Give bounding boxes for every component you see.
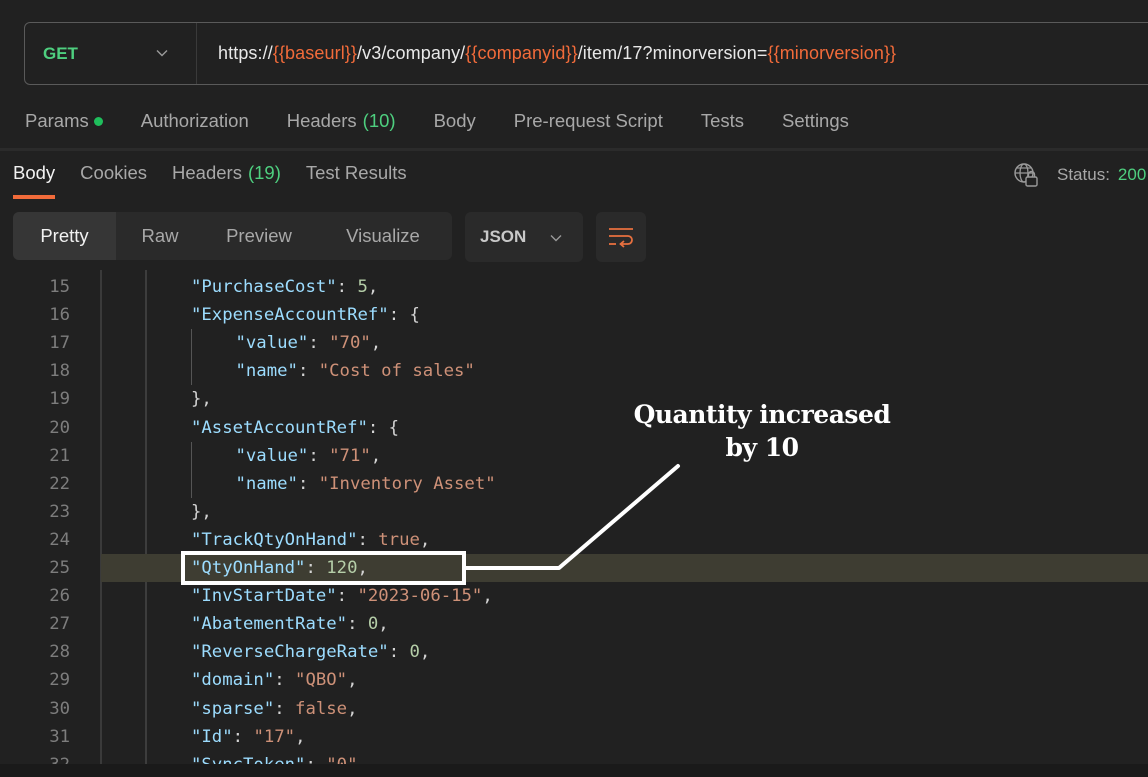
annotation-callout-line — [464, 464, 680, 570]
annotation-line-1: Quantity increased — [633, 400, 891, 429]
annotation-line-2: by 10 — [725, 433, 799, 462]
annotation-text: Quantity increased by 10 — [612, 398, 912, 464]
